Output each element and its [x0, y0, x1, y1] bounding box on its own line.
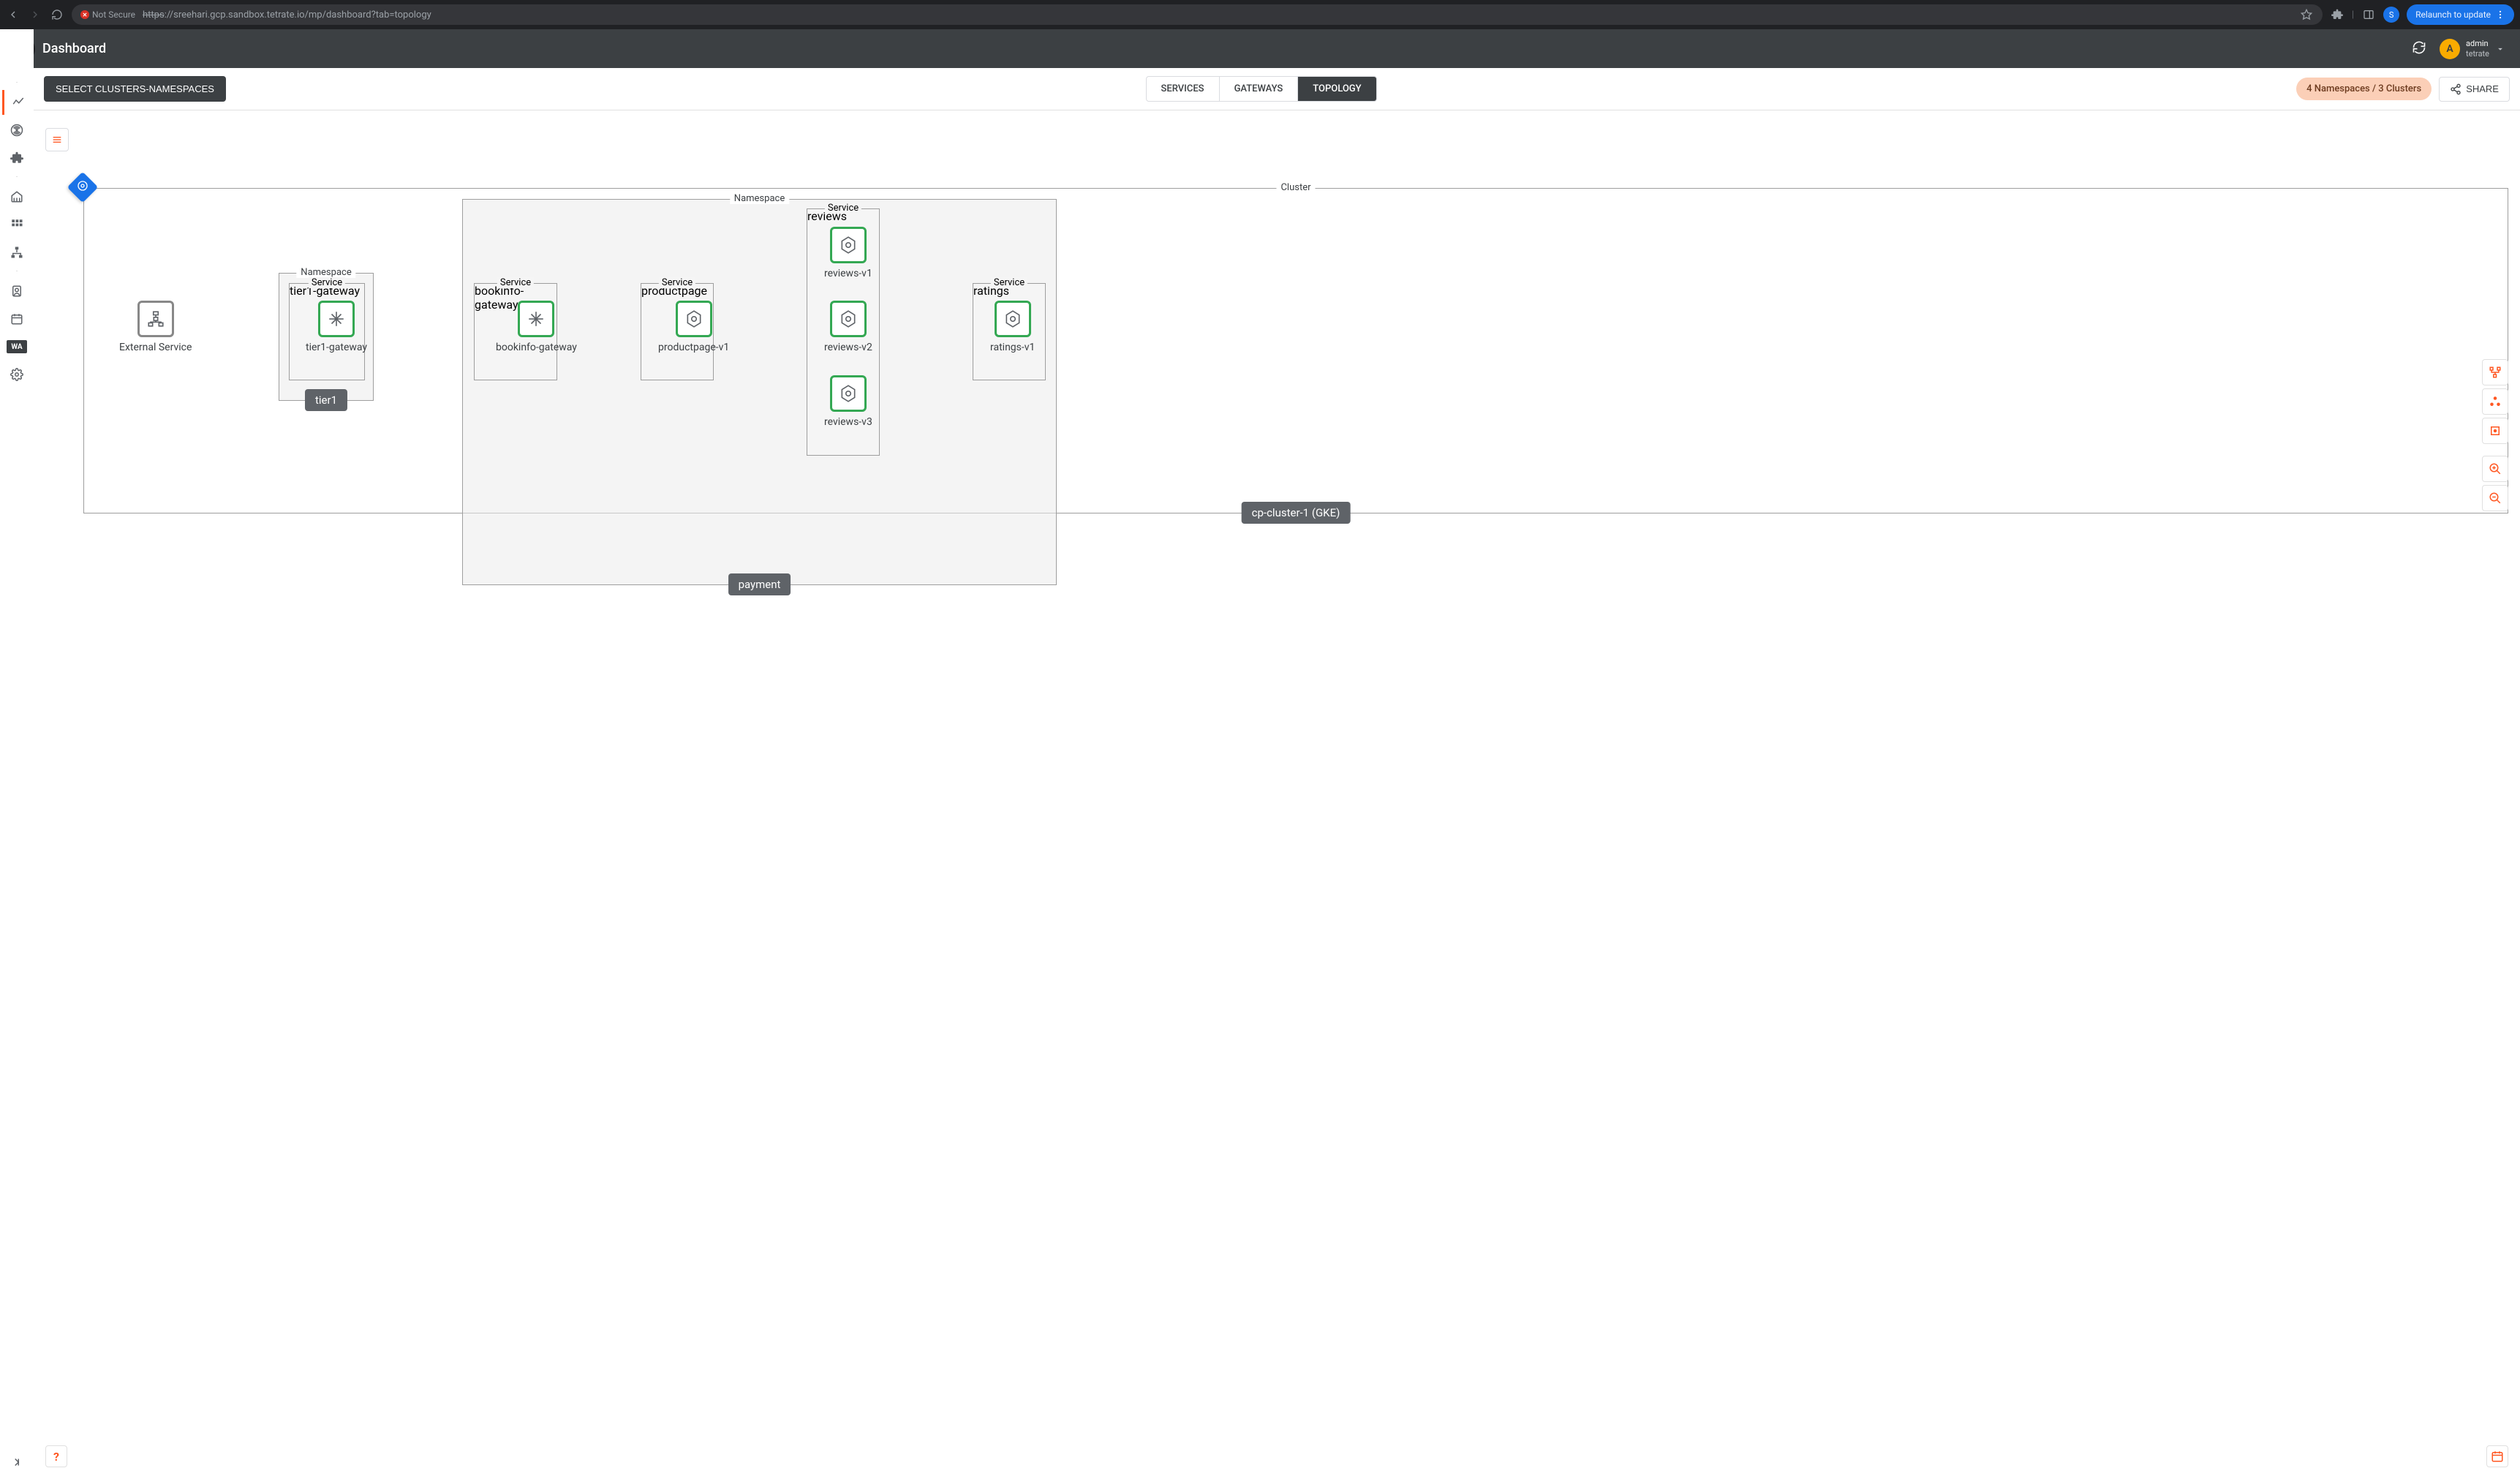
topology-tools [2482, 359, 2508, 511]
node-reviews-v1-label: reviews-v1 [824, 268, 872, 279]
extensions-icon[interactable] [2330, 7, 2344, 22]
kubernetes-icon [839, 236, 858, 255]
namespace-payment-group[interactable]: Namespace payment [462, 199, 1057, 585]
node-reviews-v3[interactable]: reviews-v3 [824, 375, 872, 428]
share-icon [2450, 83, 2461, 95]
tool-layout-hierarchy-icon[interactable] [2482, 359, 2508, 385]
tool-zoom-out-icon[interactable] [2482, 485, 2508, 511]
back-icon[interactable] [6, 7, 20, 22]
share-label: SHARE [2466, 83, 2499, 94]
not-secure-label: Not Secure [92, 10, 135, 20]
cluster-tag: cp-cluster-1 (GKE) [1242, 502, 1351, 524]
sidebar-expand-icon[interactable] [10, 1456, 23, 1472]
namespace-payment-tag: payment [728, 573, 791, 595]
canvas-menu-icon[interactable] [45, 128, 69, 151]
node-productpage-label: productpage-v1 [658, 342, 729, 353]
sidebar-item-wa[interactable]: WA [2, 334, 31, 359]
node-tier1-gateway-label: tier1-gateway [306, 342, 367, 353]
sidebar-item-settings[interactable] [2, 362, 31, 387]
url-text: https://sreehari.gcp.sandbox.tetrate.io/… [143, 10, 431, 20]
user-avatar: A [2440, 39, 2460, 59]
page-title: Dashboard [42, 41, 106, 56]
tool-zoom-in-icon[interactable] [2482, 456, 2508, 482]
app-header: Dashboard A admin tetrate [0, 29, 2520, 68]
node-ratings-v1-label: ratings-v1 [990, 342, 1035, 353]
topology-canvas[interactable]: Cluster cp-cluster-1 (GKE) Namespace tie… [34, 110, 2520, 1479]
sidebar-item-extensions[interactable] [2, 146, 31, 170]
panel-icon[interactable] [2361, 7, 2376, 22]
node-reviews-v3-label: reviews-v3 [824, 416, 872, 428]
tab-services[interactable]: SERVICES [1147, 77, 1220, 101]
node-external-service[interactable]: External Service [119, 301, 192, 353]
cluster-group-label: Cluster [1276, 182, 1315, 193]
namespace-chip[interactable]: 4 Namespaces / 3 Clusters [2296, 78, 2432, 100]
node-external-label: External Service [119, 342, 192, 353]
select-clusters-button[interactable]: SELECT CLUSTERS-NAMESPACES [44, 76, 226, 102]
user-name: admin [2466, 39, 2489, 48]
browser-profile-avatar[interactable]: S [2383, 7, 2399, 23]
sidebar: · · · WA [0, 29, 34, 1479]
relaunch-label: Relaunch to update [2415, 10, 2491, 20]
node-reviews-v2-label: reviews-v2 [824, 342, 872, 353]
forward-icon [28, 7, 42, 22]
gateway-icon [527, 309, 546, 328]
node-productpage-v1[interactable]: productpage-v1 [658, 301, 729, 353]
kubernetes-icon [684, 309, 703, 328]
node-ratings-v1[interactable]: ratings-v1 [990, 301, 1035, 353]
tool-target-icon[interactable] [2482, 418, 2508, 444]
node-tier1-gateway[interactable]: tier1-gateway [306, 301, 367, 353]
sidebar-item-metrics[interactable] [2, 90, 31, 115]
relaunch-button[interactable]: Relaunch to update [2407, 4, 2514, 25]
sidebar-item-assignments[interactable] [2, 279, 31, 304]
hierarchy-icon [146, 309, 165, 328]
sidebar-item-hierarchy[interactable] [2, 240, 31, 265]
cluster-group[interactable]: Cluster cp-cluster-1 (GKE) [83, 188, 2508, 513]
star-icon[interactable] [2299, 7, 2314, 22]
user-menu[interactable]: A admin tetrate [2440, 39, 2510, 59]
namespace-tier1-tag: tier1 [305, 389, 347, 411]
kubernetes-icon [1003, 309, 1022, 328]
tab-topology[interactable]: TOPOLOGY [1298, 77, 1376, 101]
browser-chrome-bar: ✕ Not Secure https://sreehari.gcp.sandbo… [0, 0, 2520, 29]
sidebar-item-radiation[interactable] [2, 118, 31, 143]
share-button[interactable]: SHARE [2439, 77, 2510, 102]
node-bookinfo-gateway-label: bookinfo-gateway [496, 342, 577, 353]
namespace-payment-label: Namespace [730, 193, 789, 204]
sync-icon[interactable] [2412, 40, 2426, 58]
node-reviews-v2[interactable]: reviews-v2 [824, 301, 872, 353]
toolbar: SELECT CLUSTERS-NAMESPACES SERVICES GATE… [34, 68, 2520, 110]
tool-layout-cluster-icon[interactable] [2482, 388, 2508, 415]
url-bar[interactable]: ✕ Not Secure https://sreehari.gcp.sandbo… [72, 4, 2323, 25]
kubernetes-icon [839, 384, 858, 403]
chevron-down-icon [2495, 44, 2505, 54]
kubernetes-icon [839, 309, 858, 328]
not-secure-chip[interactable]: ✕ Not Secure [80, 10, 135, 20]
view-tabs: SERVICES GATEWAYS TOPOLOGY [1146, 76, 1377, 102]
reload-icon[interactable] [50, 7, 64, 22]
date-range-button[interactable] [2486, 1445, 2508, 1467]
node-reviews-v1[interactable]: reviews-v1 [824, 227, 872, 279]
sidebar-item-apps[interactable] [2, 212, 31, 237]
user-org: tetrate [2466, 49, 2489, 59]
sidebar-item-org[interactable] [2, 184, 31, 209]
node-bookinfo-gateway[interactable]: bookinfo-gateway [496, 301, 577, 353]
gateway-icon [327, 309, 346, 328]
sidebar-item-calendar[interactable] [2, 306, 31, 331]
tab-gateways[interactable]: GATEWAYS [1220, 77, 1299, 101]
namespace-tier1-label: Namespace [296, 267, 355, 278]
help-button[interactable]: ? [45, 1445, 67, 1467]
